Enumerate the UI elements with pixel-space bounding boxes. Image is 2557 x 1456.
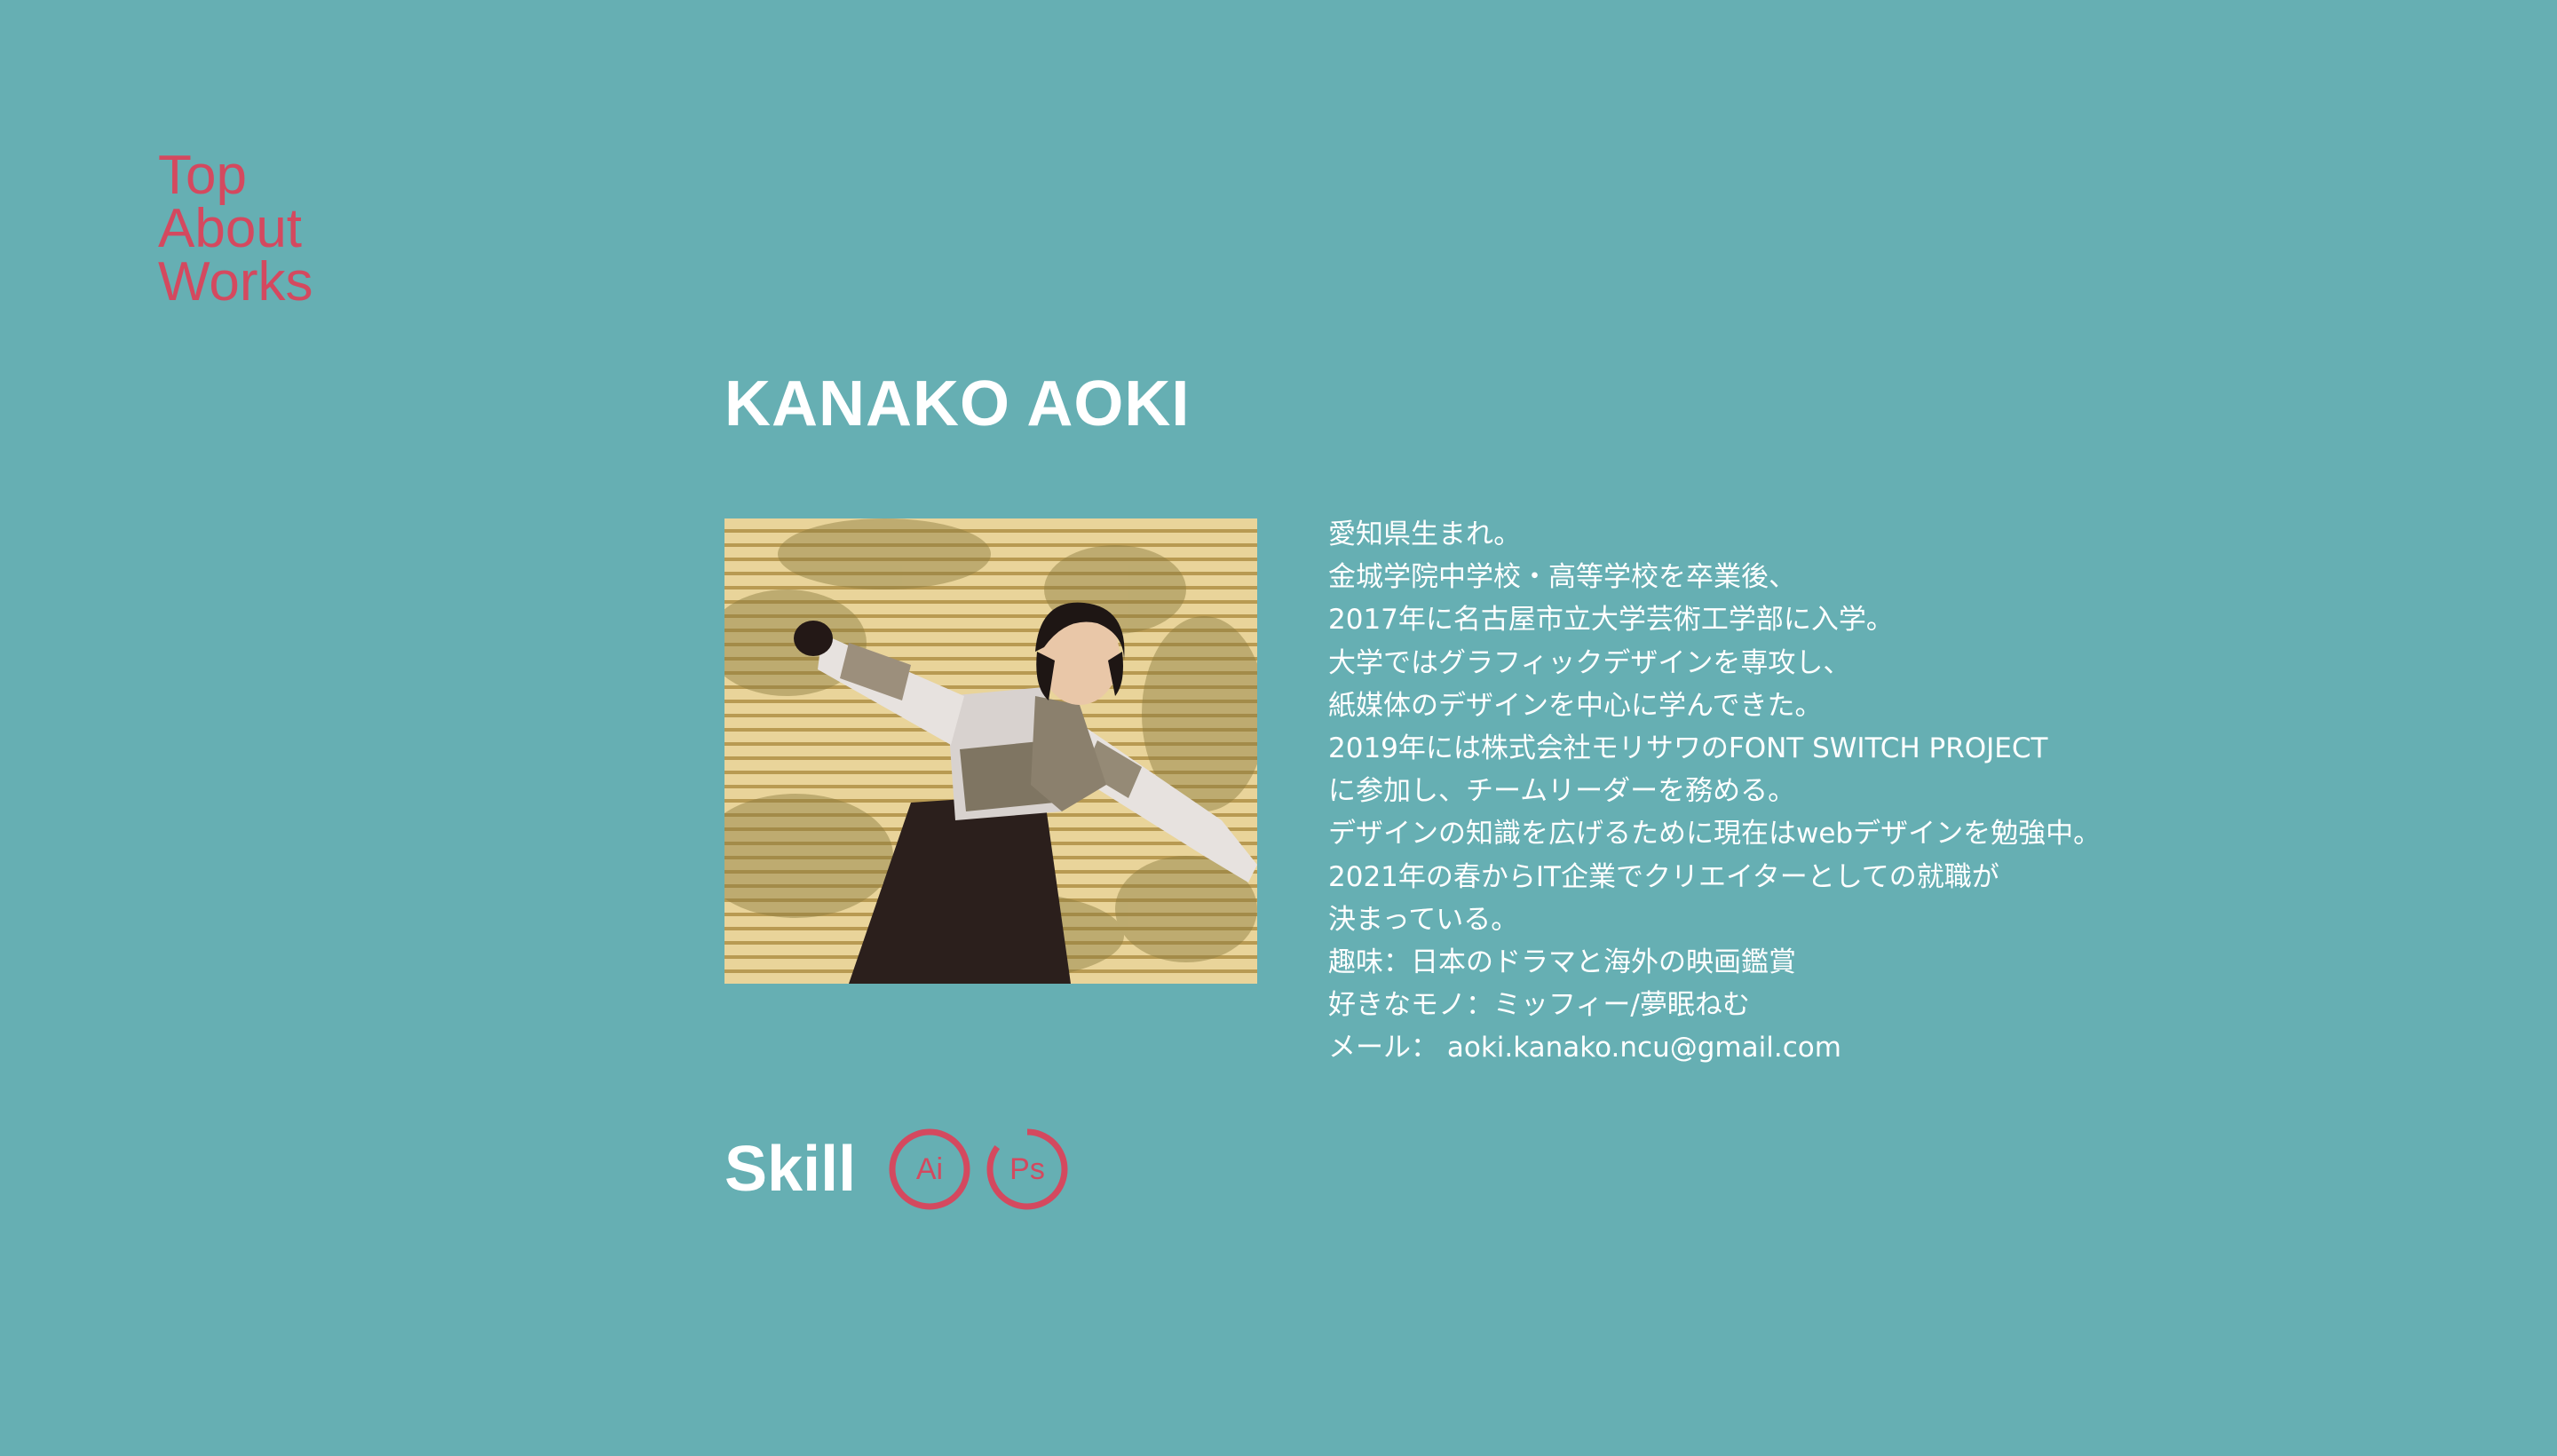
bio-line: 2019年には株式会社モリサワのFONT SWITCH PROJECT (1328, 732, 2048, 765)
bio-line: 金城学院中学校・高等学校を卒業後、 (1328, 561, 1796, 594)
illustrator-label: Ai (916, 1152, 943, 1186)
photoshop-icon: Ps (986, 1128, 1068, 1210)
nav-link-top[interactable]: Top (158, 148, 313, 203)
profile-photo-graphic (724, 518, 1257, 984)
skill-title: Skill (724, 1134, 857, 1205)
bio-line: 大学ではグラフィックデザインを専攻し、 (1328, 646, 1851, 679)
photoshop-label: Ps (1009, 1152, 1045, 1186)
illustrator-icon: Ai (889, 1128, 970, 1210)
bio-line: 愛知県生まれ。 (1328, 518, 1522, 550)
profile-bio: 愛知県生まれ。 金城学院中学校・高等学校を卒業後、 2017年に名古屋市立大学芸… (1328, 513, 2101, 1070)
nav-link-works[interactable]: Works (158, 255, 313, 310)
profile-name: KANAKO AOKI (724, 368, 1191, 439)
bio-line-email: メール： aoki.kanako.ncu@gmail.com (1328, 1032, 1841, 1064)
skill-section: Skill Ai Ps (724, 1128, 1083, 1211)
bio-line: 2021年の春からIT企業でクリエイターとしての就職が (1328, 860, 1999, 893)
profile-photo (724, 518, 1257, 984)
bio-line: 趣味：日本のドラマと海外の映画鑑賞 (1328, 946, 1796, 979)
bio-line: に参加し、チームリーダーを務める。 (1328, 775, 1796, 808)
site-nav: Top About Works (158, 148, 313, 310)
bio-line: デザインの知識を広げるために現在はwebデザインを勉強中。 (1328, 818, 2102, 851)
bio-line: 好きなモノ：ミッフィー/夢眠ねむ (1328, 989, 1750, 1022)
nav-link-about[interactable]: About (158, 202, 313, 257)
bio-line: 紙媒体のデザインを中心に学んできた。 (1328, 689, 1823, 722)
bio-line: 2017年に名古屋市立大学芸術工学部に入学。 (1328, 604, 1894, 637)
bio-line: 決まっている。 (1328, 903, 1519, 936)
